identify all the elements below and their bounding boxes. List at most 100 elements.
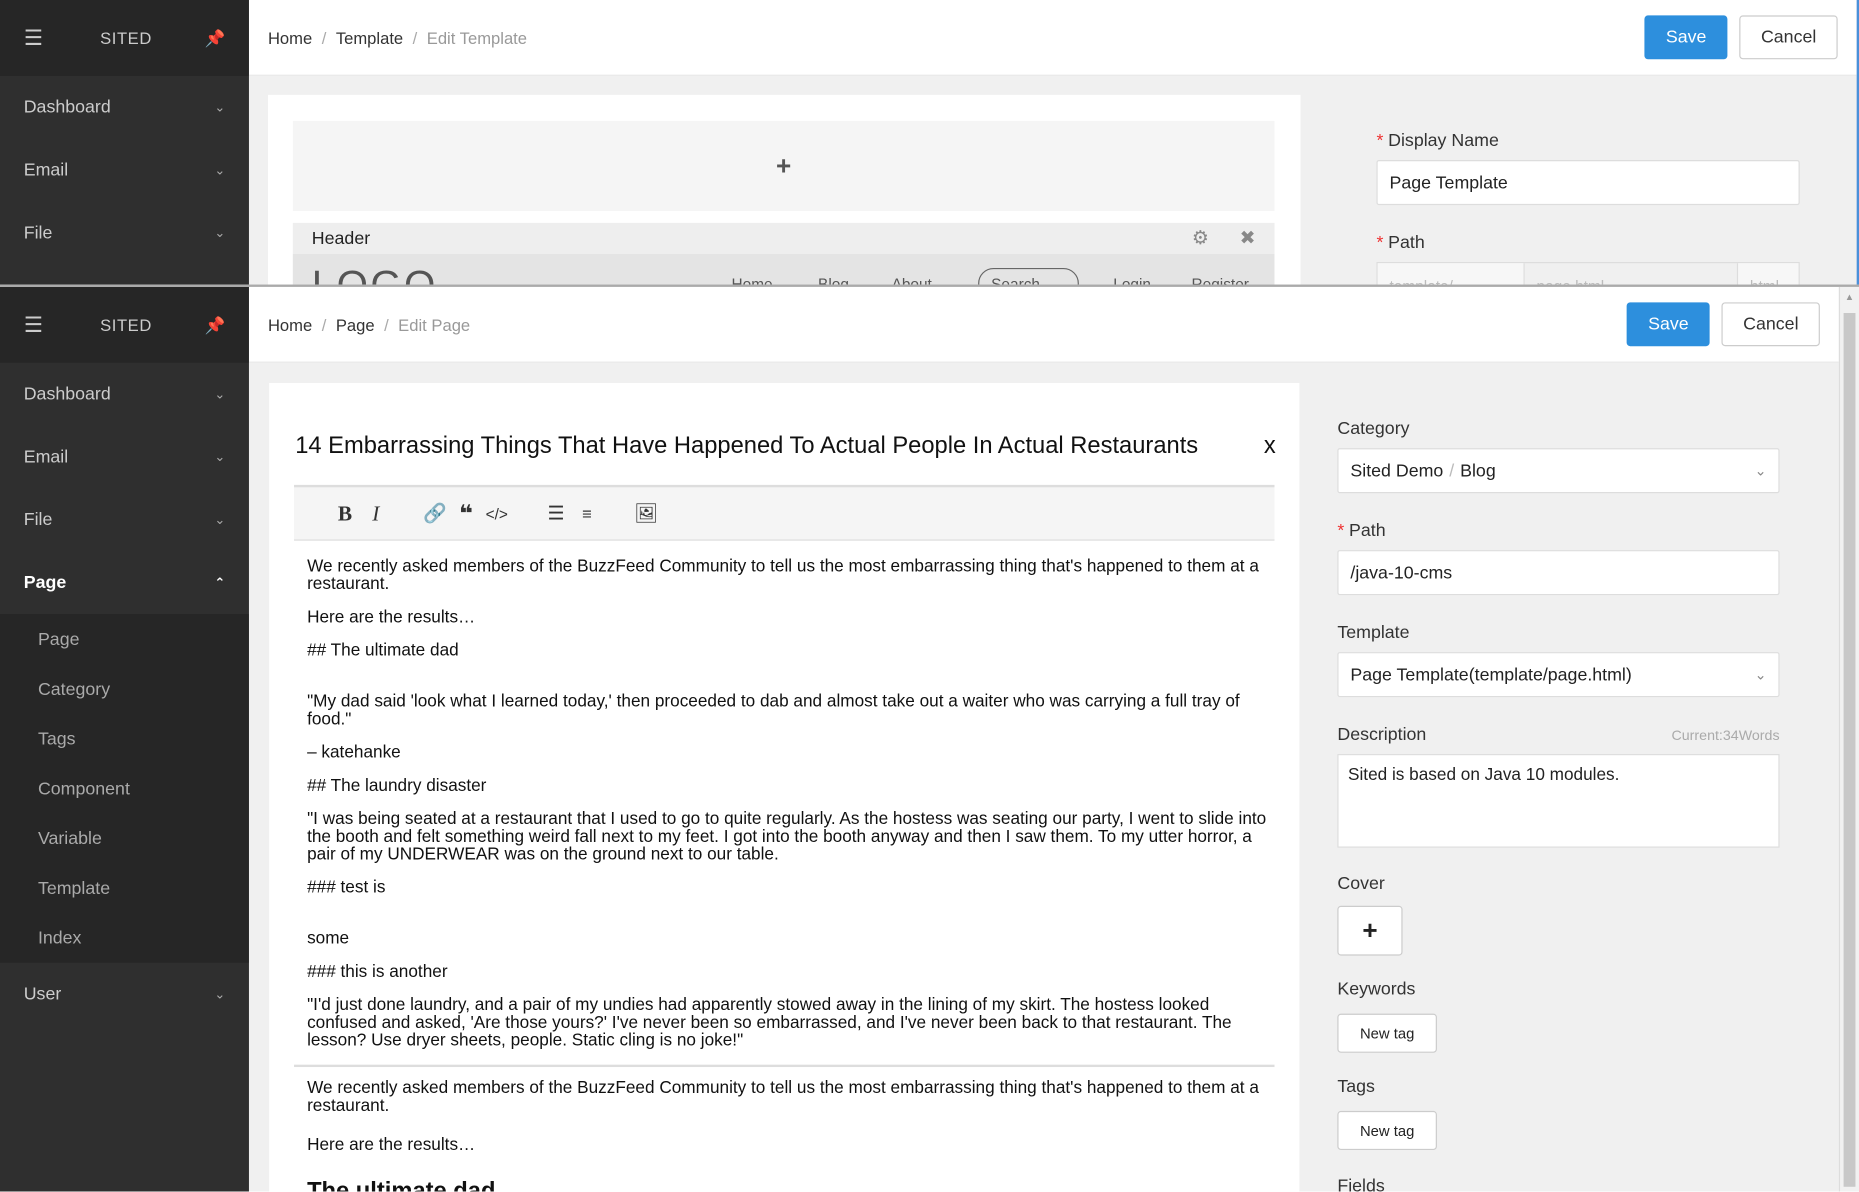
add-cover-button[interactable]: + (1337, 905, 1403, 956)
sidebar-item-label: Dashboard (23, 384, 111, 405)
sidebar-item-label: File (23, 222, 53, 244)
new-keyword-button[interactable]: New tag (1337, 1013, 1437, 1053)
sidebar-item-label: Page (23, 572, 67, 593)
scroll-up-icon[interactable]: ▲ (1845, 292, 1854, 303)
page-settings-form: Category Sited Demo / Blog ⌄ * Path /java… (1337, 418, 1780, 1192)
sidebar-item-label: Email (23, 160, 69, 181)
path-suffix: html (1736, 263, 1799, 285)
menu-login: Login (1113, 275, 1151, 285)
markdown-line: "I'd just done laundry, and a pair of my… (307, 995, 1232, 1051)
bulleted-list-icon[interactable]: ☰ (541, 502, 572, 526)
submenu-item-category[interactable]: Category (0, 664, 249, 714)
menu-icon[interactable]: ☰ (24, 312, 48, 337)
main-content: + Header ⚙ ✖ LOGO Home Blog About Search… (248, 75, 1857, 285)
breadcrumb-separator: / (384, 314, 389, 334)
numbered-list-icon[interactable]: ≡ (571, 504, 602, 523)
chevron-down-icon: ⌄ (214, 100, 226, 116)
main-content: 14 Embarrassing Things That Have Happene… (248, 362, 1839, 1192)
page-editor: 14 Embarrassing Things That Have Happene… (269, 382, 1300, 1192)
chevron-up-icon: ⌃ (214, 576, 226, 591)
save-button[interactable]: Save (1626, 302, 1710, 347)
template-select[interactable]: Page Template(template/page.html) ⌄ (1337, 652, 1780, 698)
sidebar-item-page[interactable]: Page ⌃ (0, 551, 249, 614)
breadcrumb: Home / Template / Edit Template (268, 28, 1633, 47)
sidebar-item-user[interactable]: User ⌄ (0, 963, 249, 1026)
submenu-item-component[interactable]: Component (0, 764, 249, 814)
keywords-label: Keywords (1337, 979, 1416, 1000)
top-bar: Home / Template / Edit Template Save Cancel (248, 0, 1857, 76)
markdown-preview: We recently asked members of the BuzzFee… (307, 1078, 1267, 1191)
cancel-button[interactable]: Cancel (1739, 15, 1838, 60)
scrollbar[interactable]: ▲ (1838, 286, 1859, 1192)
breadcrumb-separator: / (321, 27, 327, 47)
sidebar-item-label: Email (23, 446, 69, 468)
sidebar-item-file[interactable]: File ⌄ (0, 488, 249, 551)
link-icon[interactable]: 🔗 (420, 502, 451, 526)
markdown-editor[interactable]: We recently asked members of the BuzzFee… (307, 558, 1267, 1065)
code-icon[interactable]: </> (481, 504, 512, 522)
pin-icon[interactable]: 📌 (205, 28, 226, 48)
required-mark: * (1337, 520, 1345, 541)
template-canvas: + Header ⚙ ✖ LOGO Home Blog About Search… (267, 94, 1301, 285)
breadcrumb-home[interactable]: Home (268, 28, 312, 47)
save-button[interactable]: Save (1644, 15, 1728, 60)
chevron-down-icon: ⌄ (214, 450, 226, 465)
chevron-down-icon: ⌄ (214, 513, 226, 528)
markdown-line: Here are the results… (307, 608, 476, 628)
sidebar-item-dashboard[interactable]: Dashboard ⌄ (0, 363, 249, 426)
chevron-down-icon: ⌄ (214, 387, 226, 402)
gear-icon[interactable]: ⚙ (1192, 226, 1209, 250)
breadcrumb-home[interactable]: Home (268, 315, 312, 334)
description-textarea[interactable]: Sited is based on Java 10 modules. (1337, 754, 1780, 848)
breadcrumb-separator: / (412, 27, 418, 47)
sidebar: ☰ SITED 📌 Dashboard ⌄ Email ⌄ File ⌄ (0, 0, 249, 285)
cover-label: Cover (1337, 873, 1385, 894)
page-title[interactable]: 14 Embarrassing Things That Have Happene… (295, 433, 1198, 460)
sidebar-item-email[interactable]: Email ⌄ (0, 139, 249, 202)
tags-label: Tags (1337, 1076, 1375, 1097)
breadcrumb-current: Edit Page (398, 314, 471, 334)
brand-name: SITED (100, 28, 152, 48)
submenu-item-page[interactable]: Page (0, 614, 249, 664)
scrollbar-thumb[interactable] (1843, 312, 1856, 1187)
path-input[interactable]: page.html (1525, 263, 1737, 284)
pin-icon[interactable]: 📌 (205, 315, 226, 335)
sidebar-item-file[interactable]: File ⌄ (0, 202, 249, 265)
close-icon[interactable]: ✖ (1240, 226, 1256, 250)
sidebar-item-label: File (23, 509, 53, 530)
sidebar-item-dashboard[interactable]: Dashboard ⌄ (0, 76, 249, 139)
submenu-item-index[interactable]: Index (0, 913, 249, 963)
italic-icon[interactable]: I (360, 501, 391, 526)
menu-icon[interactable]: ☰ (24, 25, 48, 50)
submenu-item-tags[interactable]: Tags (0, 714, 249, 764)
close-icon[interactable]: x (1264, 433, 1276, 460)
cancel-button[interactable]: Cancel (1721, 302, 1820, 347)
image-icon[interactable]: 🖼 (631, 502, 662, 526)
path-label: * Path (1337, 520, 1386, 541)
display-name-label: * Display Name (1376, 130, 1499, 151)
breadcrumb-template[interactable]: Template (336, 28, 403, 47)
new-tag-button[interactable]: New tag (1337, 1110, 1437, 1151)
path-input[interactable]: /java-10-cms (1337, 550, 1780, 596)
sidebar-item-email[interactable]: Email ⌄ (0, 426, 249, 489)
quote-icon[interactable]: ❝ (451, 499, 482, 529)
submenu-item-variable[interactable]: Variable (0, 813, 249, 863)
menu-register: Register (1191, 275, 1249, 285)
template-form: *Display Name Page Template *Path templa… (1376, 130, 1800, 285)
markdown-line: ### this is another (307, 962, 448, 982)
breadcrumb-current: Edit Template (426, 27, 528, 47)
bold-icon[interactable]: B (330, 501, 361, 526)
breadcrumb: Home / Page / Edit Page (268, 315, 1615, 334)
submenu-item-template[interactable]: Template (0, 863, 249, 913)
fields-label: Fields (1337, 1176, 1385, 1192)
category-select[interactable]: Sited Demo / Blog ⌄ (1337, 448, 1780, 494)
breadcrumb-page[interactable]: Page (336, 315, 375, 334)
markdown-line: "My dad said 'look what I learned today,… (307, 692, 1240, 730)
category-label: Category (1337, 418, 1410, 439)
preview-paragraph: We recently asked members of the BuzzFee… (307, 1078, 1259, 1116)
chevron-down-icon: ⌄ (214, 226, 226, 241)
required-mark: * (1376, 130, 1384, 151)
plus-icon: + (776, 150, 792, 181)
display-name-input[interactable]: Page Template (1376, 160, 1800, 206)
add-section-area[interactable]: + (292, 120, 1275, 212)
